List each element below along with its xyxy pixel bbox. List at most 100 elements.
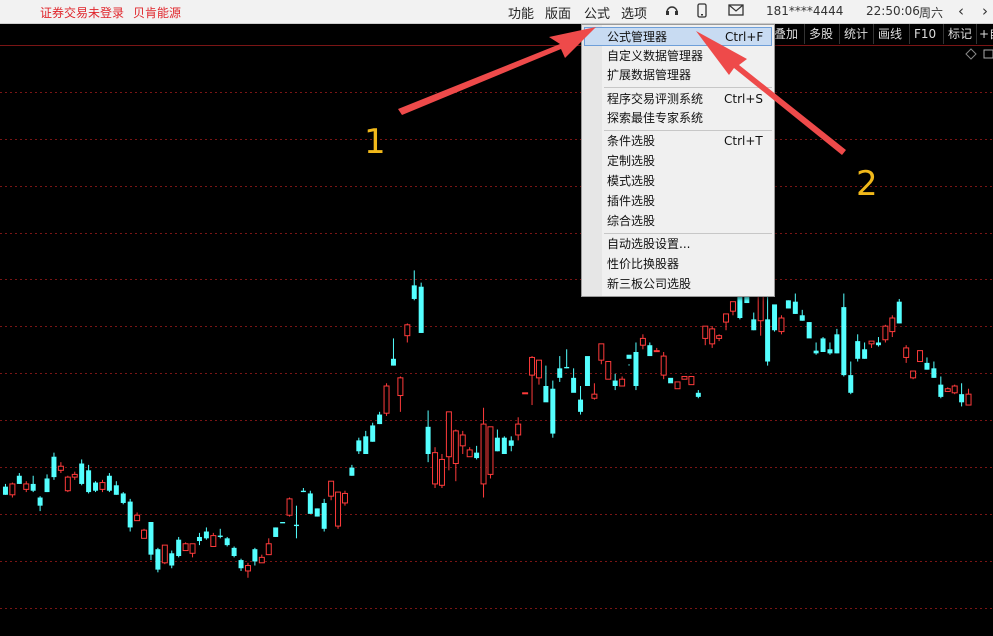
draw-line-button[interactable]: 画线 bbox=[873, 24, 906, 44]
candle-body bbox=[578, 399, 584, 412]
panel-toggle-icon[interactable] bbox=[983, 49, 993, 59]
menu-separator bbox=[604, 87, 772, 88]
candle bbox=[231, 546, 237, 558]
candle bbox=[238, 558, 244, 571]
candle bbox=[258, 554, 265, 564]
chevron-right-icon[interactable]: › bbox=[982, 2, 988, 20]
f10-button[interactable]: F10 bbox=[909, 24, 940, 44]
candle-body bbox=[349, 467, 355, 476]
candle bbox=[868, 340, 875, 348]
menu-item-value-switcher[interactable]: 性价比换股器 bbox=[584, 255, 772, 274]
candle bbox=[543, 365, 549, 403]
candle bbox=[619, 376, 626, 387]
candle-body bbox=[459, 434, 466, 447]
candle-body bbox=[390, 358, 396, 366]
menu-item-neeq-picker[interactable]: 新三板公司选股 bbox=[584, 275, 772, 294]
candle bbox=[57, 462, 64, 474]
candle bbox=[813, 342, 819, 355]
menu-item-formula-manager[interactable]: 公式管理器 Ctrl+F bbox=[584, 27, 772, 46]
diamond-icon[interactable] bbox=[965, 48, 977, 60]
candlestick-chart[interactable] bbox=[0, 45, 993, 636]
chevron-left-icon[interactable]: ‹ bbox=[958, 2, 964, 20]
menu-item-auto-picker-settings[interactable]: 自动选股设置... bbox=[584, 235, 772, 254]
candle bbox=[404, 323, 411, 343]
candle-body bbox=[258, 556, 265, 564]
candle bbox=[820, 337, 826, 352]
trade-login-status[interactable]: 证券交易未登录 bbox=[40, 4, 124, 21]
candle-body bbox=[141, 529, 148, 539]
candle bbox=[702, 325, 709, 346]
candle bbox=[723, 313, 730, 331]
menu-formula[interactable]: 公式 bbox=[584, 3, 610, 22]
candle-body bbox=[148, 522, 154, 555]
menu-separator bbox=[604, 130, 772, 131]
candle-body bbox=[695, 392, 701, 397]
menu-layout[interactable]: 版面 bbox=[545, 3, 571, 22]
menu-item-condition-picker[interactable]: 条件选股 Ctrl+T bbox=[584, 132, 772, 151]
candle-body bbox=[203, 531, 209, 539]
candle bbox=[855, 334, 861, 362]
menu-item-plugin-picker[interactable]: 插件选股 bbox=[584, 192, 772, 211]
candle-body bbox=[716, 335, 723, 339]
candle-body bbox=[328, 480, 335, 497]
candle-body bbox=[799, 315, 805, 321]
candle bbox=[307, 490, 313, 514]
statistics-button[interactable]: 统计 bbox=[839, 24, 872, 44]
candle bbox=[917, 350, 924, 363]
candle bbox=[564, 349, 570, 369]
stock-name[interactable]: 贝肯能源 bbox=[133, 4, 181, 21]
candle bbox=[875, 337, 881, 347]
account-id[interactable]: 181****4444 bbox=[766, 4, 843, 18]
candle bbox=[224, 536, 230, 547]
candle bbox=[418, 282, 424, 333]
headset-icon[interactable] bbox=[664, 3, 680, 23]
menu-options[interactable]: 选项 bbox=[621, 3, 647, 22]
menu-separator bbox=[604, 233, 772, 234]
candle-body bbox=[550, 388, 556, 434]
candle bbox=[529, 356, 536, 406]
candle-body bbox=[619, 378, 626, 387]
menu-item-expert-system[interactable]: 探索最佳专家系统 bbox=[584, 109, 772, 128]
candle bbox=[799, 309, 805, 321]
mark-button[interactable]: 标记 bbox=[943, 24, 976, 44]
candle-body bbox=[723, 313, 730, 323]
candle bbox=[196, 532, 202, 546]
menu-function[interactable]: 功能 bbox=[508, 3, 534, 22]
candle-body bbox=[363, 436, 369, 454]
candle-body bbox=[445, 411, 452, 458]
menu-item-pattern-picker[interactable]: 模式选股 bbox=[584, 172, 772, 191]
candle-body bbox=[744, 296, 750, 304]
candle bbox=[273, 527, 279, 537]
candle bbox=[37, 496, 43, 512]
candle bbox=[903, 345, 910, 363]
candle bbox=[321, 498, 327, 532]
candle-body bbox=[2, 486, 8, 495]
candle-body bbox=[862, 349, 868, 359]
candle-body bbox=[778, 317, 785, 333]
menu-item-custom-picker[interactable]: 定制选股 bbox=[584, 152, 772, 171]
candle bbox=[474, 445, 480, 460]
candle-body bbox=[841, 307, 847, 376]
candle bbox=[931, 361, 937, 378]
candle bbox=[896, 298, 902, 324]
menu-item-extended-data-manager[interactable]: 扩展数据管理器 bbox=[584, 66, 772, 85]
candle bbox=[688, 375, 695, 386]
candle bbox=[639, 334, 646, 350]
candle bbox=[217, 528, 223, 539]
menu-item-program-trade-evaluation[interactable]: 程序交易评测系统 Ctrl+S bbox=[584, 90, 772, 109]
candle-body bbox=[709, 328, 716, 345]
candle-body bbox=[494, 437, 500, 452]
menu-item-combined-picker[interactable]: 综合选股 bbox=[584, 212, 772, 231]
menu-item-custom-data-manager[interactable]: 自定义数据管理器 bbox=[584, 47, 772, 66]
candle-body bbox=[293, 524, 299, 527]
custom-button[interactable]: +自 bbox=[976, 24, 993, 44]
multi-stock-button[interactable]: 多股 bbox=[804, 24, 837, 44]
message-icon[interactable] bbox=[728, 3, 744, 21]
mobile-phone-icon[interactable] bbox=[696, 3, 708, 23]
candle-body bbox=[161, 544, 168, 564]
candle bbox=[841, 293, 847, 377]
formula-dropdown-menu: 公式管理器 Ctrl+F 自定义数据管理器 扩展数据管理器 程序交易评测系统 Ctr… bbox=[581, 24, 775, 297]
top-bar: 证券交易未登录 贝肯能源 功能 版面 公式 选项 181****4444 22:… bbox=[0, 0, 993, 24]
candle-body bbox=[702, 325, 709, 339]
candle bbox=[341, 490, 348, 506]
